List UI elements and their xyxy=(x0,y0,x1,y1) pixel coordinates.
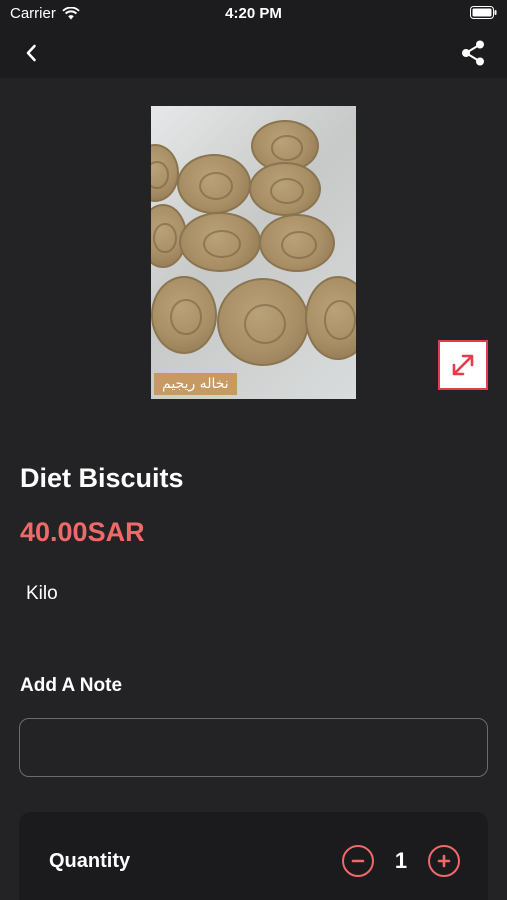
back-button[interactable] xyxy=(18,40,44,66)
cookie-shape xyxy=(179,212,261,272)
minus-icon xyxy=(351,859,365,863)
expand-arrows-icon xyxy=(452,354,474,376)
product-unit: Kilo xyxy=(26,583,58,604)
status-time: 4:20 PM xyxy=(225,5,282,22)
share-button[interactable] xyxy=(459,38,487,68)
decrease-quantity-button[interactable] xyxy=(342,845,374,877)
cookie-shape xyxy=(259,214,335,272)
cookie-shape xyxy=(177,154,251,214)
quantity-card: Quantity 1 xyxy=(19,812,488,900)
cookie-shape xyxy=(249,162,321,216)
image-caption: نخاله ريجيم xyxy=(154,373,237,395)
navigation-bar xyxy=(0,28,507,78)
status-bar: Carrier 4:20 PM xyxy=(0,0,507,28)
product-name: Diet Biscuits xyxy=(20,463,184,493)
product-price: 40.00SAR xyxy=(20,517,145,547)
expand-image-button[interactable] xyxy=(438,340,488,390)
quantity-value: 1 xyxy=(394,848,408,873)
product-image[interactable]: نخاله ريجيم xyxy=(151,106,356,399)
plus-icon xyxy=(437,854,451,868)
quantity-stepper: 1 xyxy=(342,845,460,877)
cookie-shape xyxy=(217,278,309,366)
quantity-label: Quantity xyxy=(49,850,131,872)
note-input[interactable] xyxy=(19,718,488,777)
increase-quantity-button[interactable] xyxy=(428,845,460,877)
battery-icon xyxy=(470,6,497,23)
share-icon xyxy=(462,40,484,66)
note-label: Add A Note xyxy=(20,675,123,696)
chevron-left-icon xyxy=(26,44,36,62)
cookie-shape xyxy=(151,276,217,354)
